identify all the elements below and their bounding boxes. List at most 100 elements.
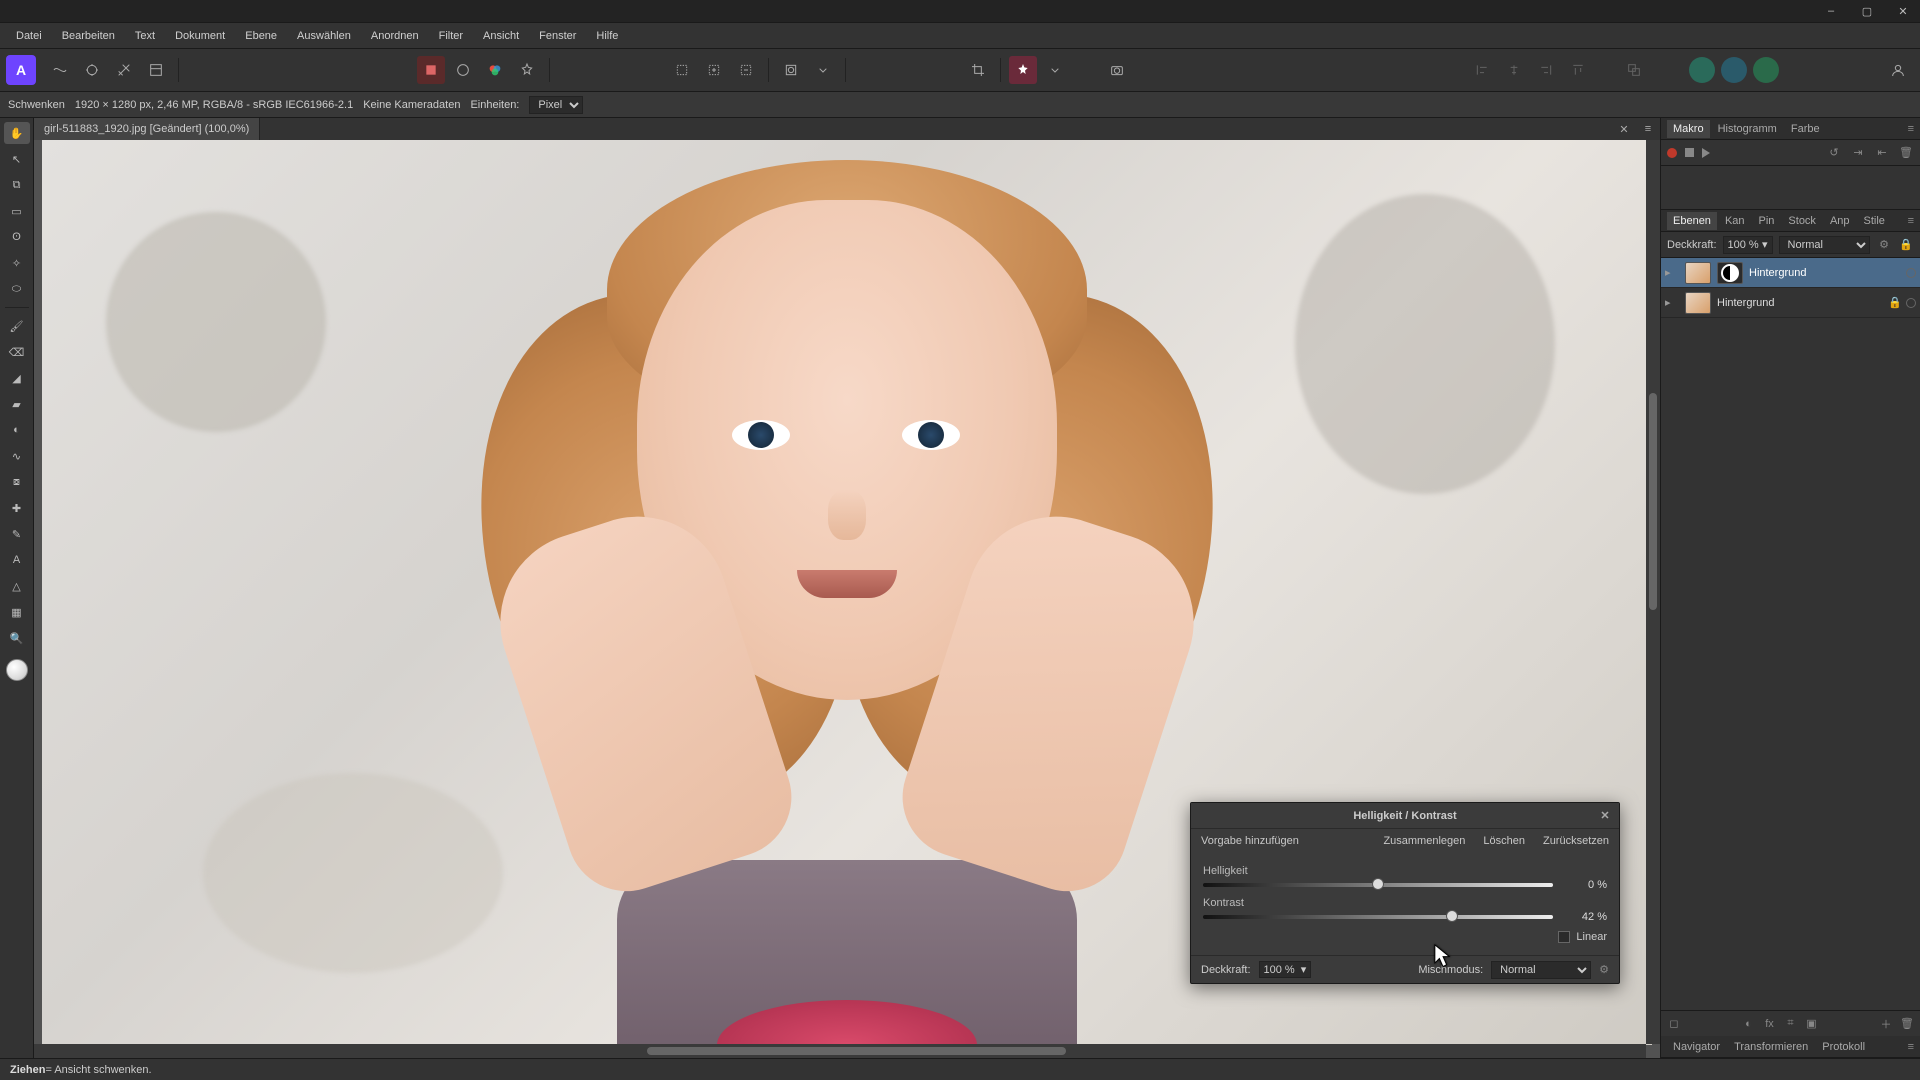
dialog-reset-link[interactable]: Zurücksetzen (1543, 835, 1609, 847)
menu-layer[interactable]: Ebene (235, 26, 287, 46)
dodge-tool-icon[interactable]: ◐ (4, 419, 30, 441)
dialog-delete-link[interactable]: Löschen (1483, 835, 1525, 847)
layer-visibility-icon[interactable]: ▸ (1665, 266, 1679, 280)
tab-macro[interactable]: Makro (1667, 120, 1710, 138)
dialog-merge-link[interactable]: Zusammenlegen (1383, 835, 1465, 847)
studio-tabs-top-menu-icon[interactable]: ≡ (1902, 120, 1920, 138)
autowb-icon[interactable] (513, 56, 541, 84)
tab-adjust[interactable]: Anp (1824, 212, 1856, 230)
dialog-close-icon[interactable]: ✕ (1597, 807, 1613, 823)
contrast-slider[interactable] (1203, 915, 1553, 919)
zoom-tool-icon[interactable]: 🔍 (4, 627, 30, 649)
menu-file[interactable]: Datei (6, 26, 52, 46)
layer-tag-dot[interactable] (1906, 298, 1916, 308)
window-maximize-button[interactable]: ▢ (1854, 2, 1880, 20)
layer-name[interactable]: Hintergrund (1749, 267, 1900, 279)
layer-fx-icon[interactable]: fx (1761, 1015, 1779, 1033)
layer-mask-icon[interactable]: ◻ (1665, 1015, 1683, 1033)
macro-reset-icon[interactable]: ↺ (1826, 145, 1842, 161)
smudge-tool-icon[interactable]: ∿ (4, 445, 30, 467)
dialog-add-preset-link[interactable]: Vorgabe hinzufügen (1201, 835, 1299, 847)
persona-export-icon[interactable] (142, 56, 170, 84)
camera-icon[interactable] (1103, 56, 1131, 84)
flood-select-tool-icon[interactable]: ✧ (4, 252, 30, 274)
color-swatch[interactable] (6, 659, 28, 681)
menu-filter[interactable]: Filter (429, 26, 473, 46)
tab-history[interactable]: Protokoll (1816, 1038, 1871, 1056)
vertical-scrollbar[interactable] (1646, 140, 1660, 1044)
menu-edit[interactable]: Bearbeiten (52, 26, 125, 46)
macro-delete-icon[interactable]: 🗑 (1898, 145, 1914, 161)
dialog-blend-select[interactable]: Normal (1491, 961, 1591, 979)
menu-arrange[interactable]: Anordnen (361, 26, 429, 46)
tab-layers[interactable]: Ebenen (1667, 212, 1717, 230)
lasso-tool-icon[interactable]: ʘ (4, 226, 30, 248)
tab-histogram[interactable]: Histogramm (1712, 120, 1783, 138)
heal-tool-icon[interactable]: ✚ (4, 497, 30, 519)
macro-play-icon[interactable] (1702, 148, 1710, 158)
autocontrast-icon[interactable] (417, 56, 445, 84)
text-tool-icon[interactable]: A (4, 549, 30, 571)
fill-tool-icon[interactable]: ◢ (4, 367, 30, 389)
brightness-slider[interactable] (1203, 883, 1553, 887)
sync-account-icon[interactable] (1689, 57, 1715, 83)
studio-tabs-bottom-menu-icon[interactable]: ≡ (1902, 1038, 1920, 1056)
tab-styles[interactable]: Stile (1858, 212, 1891, 230)
quickmask-dropdown-icon[interactable] (809, 56, 837, 84)
crop-tool-icon[interactable] (964, 56, 992, 84)
menu-document[interactable]: Dokument (165, 26, 235, 46)
menu-view[interactable]: Ansicht (473, 26, 529, 46)
hand-tool-icon[interactable]: ✋ (4, 122, 30, 144)
persona-tone-icon[interactable] (110, 56, 138, 84)
brightness-contrast-dialog[interactable]: Helligkeit / Kontrast ✕ Vorgabe hinzufüg… (1190, 802, 1620, 984)
dialog-opacity-field[interactable]: 100 %▾ (1259, 961, 1312, 978)
selection-rect-tool-icon[interactable]: ▭ (4, 200, 30, 222)
autocolor-icon[interactable] (481, 56, 509, 84)
align-top-icon[interactable] (1564, 56, 1592, 84)
menu-help[interactable]: Hilfe (586, 26, 628, 46)
macro-export-icon[interactable]: ⇤ (1874, 145, 1890, 161)
layers-opacity-field[interactable]: 100 %▾ (1723, 236, 1773, 254)
dialog-titlebar[interactable]: Helligkeit / Kontrast ✕ (1191, 803, 1619, 829)
align-center-icon[interactable] (1500, 56, 1528, 84)
layers-blend-select[interactable]: Normal (1779, 236, 1870, 254)
document-tab-close-icon[interactable]: ✕ (1614, 119, 1634, 139)
align-right-icon[interactable] (1532, 56, 1560, 84)
sync-store-icon[interactable] (1753, 57, 1779, 83)
erase-tool-icon[interactable]: ⌫ (4, 341, 30, 363)
context-units-select[interactable]: Pixel (529, 96, 583, 114)
layer-group-icon[interactable]: ▣ (1803, 1015, 1821, 1033)
layers-lock-icon[interactable]: 🔒 (1898, 237, 1914, 253)
selection-new-icon[interactable] (668, 56, 696, 84)
horizontal-scrollbar[interactable] (34, 1044, 1646, 1058)
assistant-icon[interactable] (1009, 56, 1037, 84)
layer-row[interactable]: ▸ Hintergrund 🔒 (1661, 288, 1920, 318)
dialog-gear-icon[interactable]: ⚙ (1599, 963, 1609, 976)
autolevels-icon[interactable] (449, 56, 477, 84)
contrast-value[interactable]: 42 % (1563, 911, 1607, 923)
layer-livefilter-icon[interactable]: ⌗ (1782, 1015, 1800, 1033)
paint-brush-tool-icon[interactable]: 🖌 (4, 315, 30, 337)
tab-stock[interactable]: Stock (1782, 212, 1822, 230)
clone-tool-icon[interactable]: ⧇ (4, 471, 30, 493)
shape-tool-icon[interactable]: △ (4, 575, 30, 597)
assistant-dropdown-icon[interactable] (1041, 56, 1069, 84)
layers-cog-icon[interactable]: ⚙ (1876, 237, 1892, 253)
window-minimize-button[interactable]: – (1818, 2, 1844, 20)
quickmask-icon[interactable] (777, 56, 805, 84)
layer-add-icon[interactable]: ＋ (1877, 1015, 1895, 1033)
linear-checkbox[interactable] (1558, 931, 1570, 943)
mesh-tool-icon[interactable]: ▦ (4, 601, 30, 623)
gradient-tool-icon[interactable]: ▰ (4, 393, 30, 415)
document-tab[interactable]: girl-511883_1920.jpg [Geändert] (100,0%) (34, 118, 260, 140)
layer-adjustment-icon[interactable]: ◐ (1740, 1015, 1758, 1033)
menu-select[interactable]: Auswählen (287, 26, 361, 46)
layer-name[interactable]: Hintergrund (1717, 297, 1882, 309)
tab-pins[interactable]: Pin (1753, 212, 1781, 230)
window-close-button[interactable]: ✕ (1890, 2, 1916, 20)
studio-panel-menu-icon[interactable]: ≡ (1638, 119, 1658, 139)
arrange-icon[interactable] (1614, 56, 1654, 84)
layer-tag-dot[interactable] (1906, 268, 1916, 278)
selection-brush-tool-icon[interactable]: ⬭ (4, 278, 30, 300)
layer-row[interactable]: ▸ Hintergrund (1661, 258, 1920, 288)
